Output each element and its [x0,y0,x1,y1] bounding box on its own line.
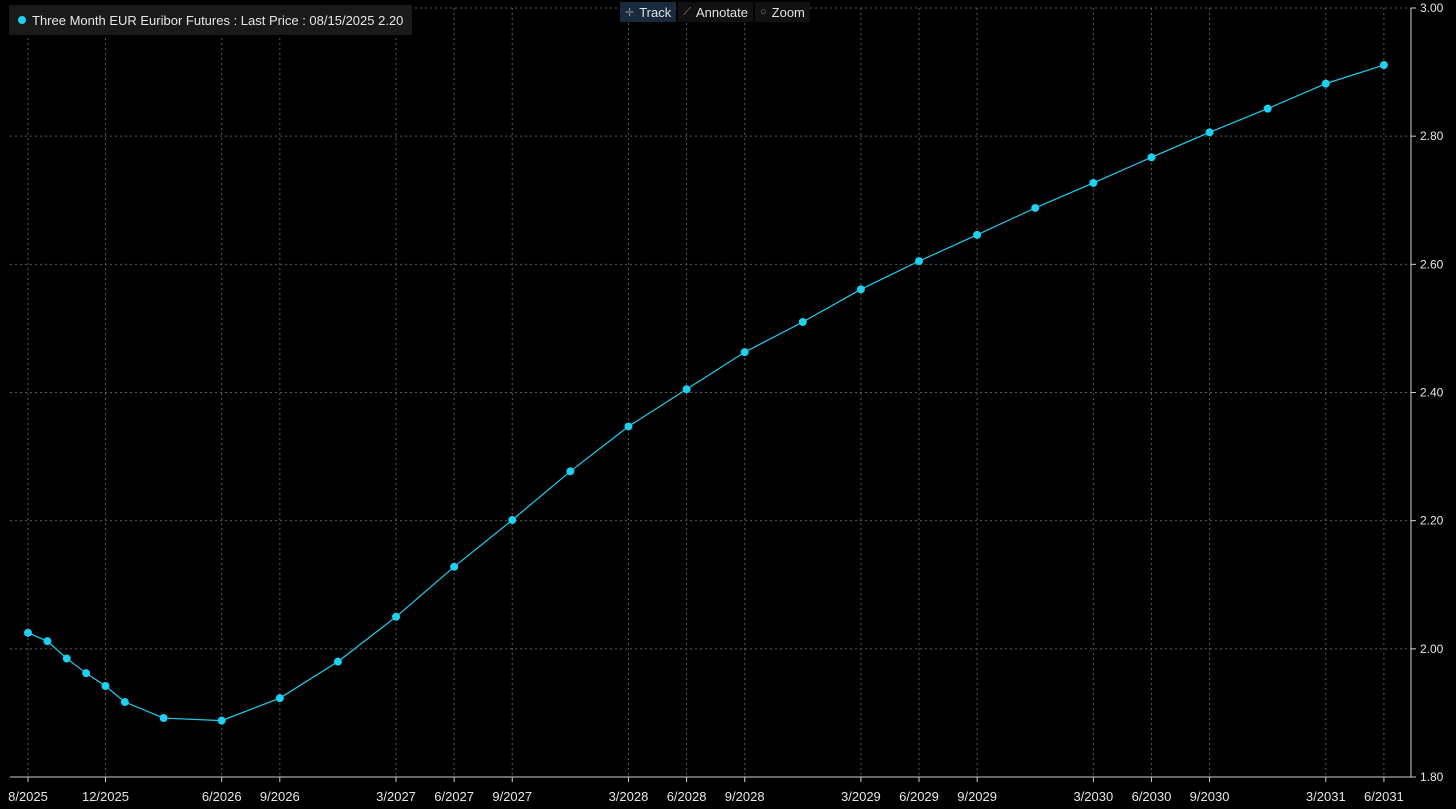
x-tick-label: 6/2027 [434,789,474,804]
data-point[interactable] [624,422,633,431]
track-label: Track [639,4,672,20]
track-button[interactable]: ✛ Track [620,2,677,22]
data-point[interactable] [1089,178,1098,187]
data-point[interactable] [159,714,168,723]
x-tick-label: 8/2025 [8,789,48,804]
data-point[interactable] [798,318,807,327]
data-point[interactable] [1031,203,1040,212]
data-point[interactable] [450,562,459,571]
data-point[interactable] [915,257,924,266]
chart-area: 1.80 2.00 2.20 2.40 2.60 2.80 3.00 8/2025 12/202… [8,1,1444,804]
x-tick-label: 3/2027 [376,789,416,804]
y-tick-label: 2.60 [1420,257,1444,271]
y-tick-label: 1.80 [1420,770,1444,784]
axes: 1.80 2.00 2.20 2.40 2.60 2.80 3.00 8/2025 12/202… [8,1,1444,804]
data-point[interactable] [566,467,575,476]
x-tick-label: 6/2026 [202,789,242,804]
data-point[interactable] [101,682,110,691]
data-point[interactable] [217,716,226,725]
magnifier-icon: ○ [760,6,767,18]
x-tick-label: 3/2029 [841,789,881,804]
legend-dot-icon [18,16,26,24]
data-point[interactable] [856,285,865,294]
pencil-icon: ⟋ [683,5,691,18]
y-tick-label: 2.20 [1420,514,1444,528]
data-point[interactable] [1321,79,1330,88]
data-point[interactable] [1205,128,1214,137]
data-point[interactable] [24,628,32,637]
data-point[interactable] [120,698,129,707]
y-tick-label: 3.00 [1420,1,1444,15]
x-tick-label: 12/2025 [82,789,129,804]
data-point[interactable] [43,637,52,646]
grid [10,7,1411,778]
x-tick-label: 3/2028 [609,789,649,804]
crosshair-icon: ✛ [625,6,635,19]
data-point[interactable] [682,385,691,394]
x-tick-label: 3/2031 [1306,789,1346,804]
data-point[interactable] [1147,153,1156,162]
x-tick-label: 6/2029 [899,789,939,804]
data-point[interactable] [1379,61,1388,70]
x-tick-label: 6/2028 [667,789,707,804]
x-tick-label: 6/2030 [1132,789,1172,804]
zoom-button[interactable]: ○ Zoom [755,2,810,22]
annotate-label: Annotate [695,4,748,20]
x-tick-label: 9/2030 [1190,789,1230,804]
x-tick-label: 6/2031 [1364,789,1404,804]
data-point[interactable] [740,348,749,357]
x-tick-label: 9/2027 [492,789,532,804]
data-point[interactable] [508,516,517,525]
data-point[interactable] [392,612,401,621]
legend: Three Month EUR Euribor Futures : Last P… [9,5,413,35]
x-tick-label: 9/2029 [957,789,997,804]
legend-label: Three Month EUR Euribor Futures : Last P… [32,12,404,28]
x-tick-label: 9/2026 [260,789,300,804]
data-point[interactable] [973,230,982,239]
data-point[interactable] [275,694,284,703]
data-point[interactable] [333,657,342,666]
data-point[interactable] [62,654,71,663]
zoom-label: Zoom [771,4,805,20]
data-point[interactable] [1263,104,1272,113]
data-point[interactable] [82,669,91,678]
x-tick-label: 9/2028 [725,789,765,804]
annotate-button[interactable]: ⟋ Annotate [678,2,753,22]
y-tick-label: 2.40 [1420,386,1444,400]
chart-toolbar: ✛ Track ⟋ Annotate ○ Zoom [620,2,812,22]
y-tick-label: 2.00 [1420,642,1444,656]
y-tick-label: 2.80 [1420,129,1444,143]
x-tick-label: 3/2030 [1073,789,1113,804]
